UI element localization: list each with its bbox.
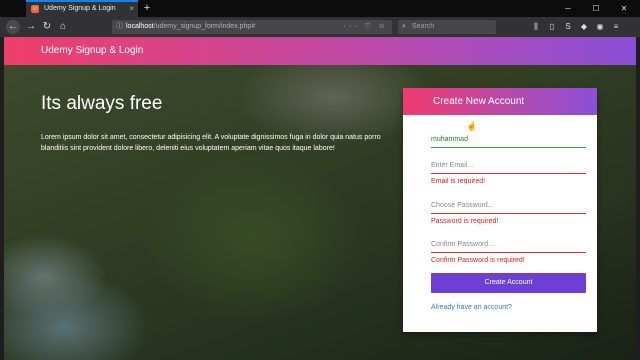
hero-text: Lorem ipsum dolor sit amet, consectetur …	[41, 134, 381, 152]
tab-title: Udemy Signup & Login	[44, 5, 116, 12]
app-title[interactable]: Udemy Signup & Login	[41, 45, 143, 56]
forward-icon[interactable]: →	[24, 20, 38, 34]
menu-icon[interactable]: ≡	[610, 20, 622, 34]
new-tab-button[interactable]: +	[140, 0, 154, 17]
library-icon[interactable]: ⫼	[530, 20, 542, 34]
create-account-button[interactable]: Create Account	[431, 273, 586, 293]
back-icon[interactable]: ←	[6, 20, 20, 34]
extension-icon[interactable]: ◆	[578, 20, 590, 34]
password-error: Password is required!	[431, 218, 499, 225]
navigation-bar: ← → ↻ ⌂ ⓘ localhost/udemy_signup_form/in…	[0, 17, 640, 37]
search-placeholder: Search	[412, 23, 435, 30]
extension-icon[interactable]: S	[562, 20, 574, 34]
maximize-button[interactable]: ☐	[584, 0, 608, 17]
username-field[interactable]: muhammad	[431, 134, 586, 148]
password-field[interactable]: Choose Password...	[431, 200, 586, 214]
hand-cursor-icon: ☝	[466, 121, 478, 131]
home-icon[interactable]: ⌂	[56, 20, 70, 34]
confirm-password-error: Confirm Password is required!	[431, 257, 525, 264]
close-window-button[interactable]: ✕	[612, 0, 636, 17]
hero-section: Its always free Lorem ipsum dolor sit am…	[41, 93, 397, 154]
url-path: /udemy_signup_form/index.php#	[153, 23, 256, 30]
confirm-password-field[interactable]: Confirm Password...	[431, 239, 586, 253]
tab-udemy[interactable]: U Udemy Signup & Login ×	[26, 0, 138, 17]
card-title: Create New Account	[403, 88, 597, 115]
url-host: localhost	[126, 23, 154, 30]
extension-icon[interactable]: ◉	[594, 20, 606, 34]
login-link[interactable]: Already have an account?	[431, 304, 512, 311]
sidebar-icon[interactable]: ▯	[546, 20, 558, 34]
email-error: Email is required!	[431, 178, 486, 185]
signup-card: Create New Account muhammad ☝ Enter Emai…	[403, 88, 597, 332]
reload-icon[interactable]: ↻	[40, 20, 54, 34]
tab-bar: U Udemy Signup & Login × + ─ ☐ ✕	[0, 0, 640, 17]
web-page: Udemy Signup & Login Its always free Lor…	[4, 37, 636, 360]
info-icon[interactable]: ⓘ	[116, 20, 123, 34]
tab-close-icon[interactable]: ×	[129, 2, 134, 16]
page-actions[interactable]: ··· ♡ ☆	[344, 20, 388, 34]
app-header: Udemy Signup & Login	[4, 37, 636, 65]
search-icon: ⌕	[402, 23, 406, 30]
favicon-icon: U	[31, 5, 39, 13]
url-bar[interactable]: ⓘ localhost/udemy_signup_form/index.php#…	[112, 20, 392, 34]
search-box[interactable]: ⌕ Search	[398, 20, 496, 34]
minimize-button[interactable]: ─	[556, 0, 580, 17]
email-field[interactable]: Enter Email...	[431, 160, 586, 174]
browser-window: U Udemy Signup & Login × + ─ ☐ ✕ ← → ↻ ⌂…	[0, 0, 640, 360]
hero-heading: Its always free	[41, 93, 163, 114]
